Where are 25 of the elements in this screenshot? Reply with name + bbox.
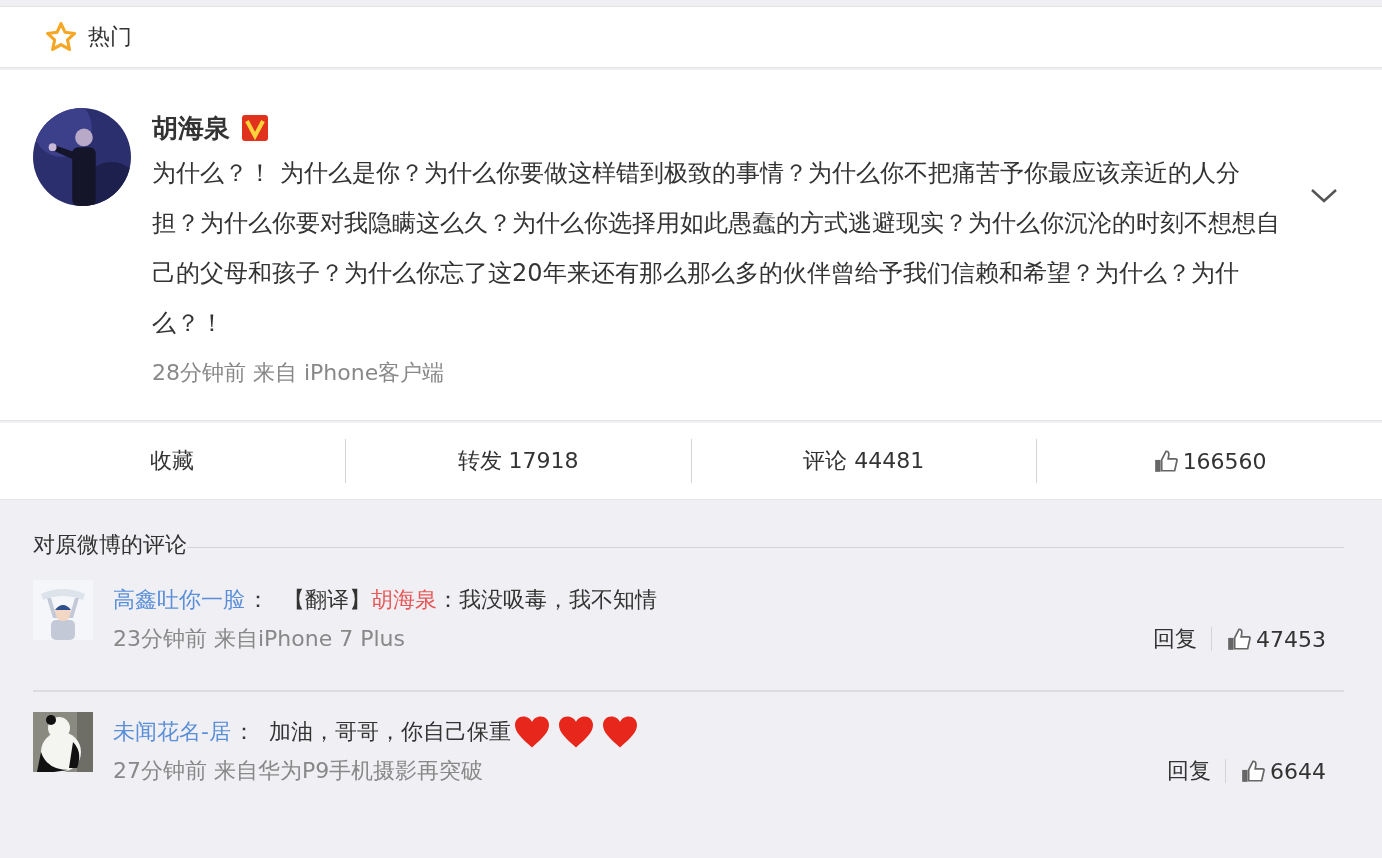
chevron-down-icon[interactable] <box>1310 188 1338 204</box>
heart-icon <box>556 715 595 749</box>
reply-link[interactable]: 回复 <box>1153 624 1197 654</box>
author-name[interactable]: 胡海泉 <box>152 110 230 146</box>
action-button[interactable]: 转发 17918 <box>345 423 691 499</box>
thumbs-up-icon <box>1152 448 1179 474</box>
post-meta: 28分钟前 来自 iPhone客户端 <box>152 359 446 387</box>
like-count: 6644 <box>1270 758 1326 784</box>
post-text: 为什么？！ 为什么是你？为什么你要做这样错到极致的事情？为什么你不把痛苦予你最应该亲近的人分担？为什么你要对我隐瞒这么久？为什么你选择用如此愚蠢的方式逃避现实？为什么你沉沦的时刻不想想自己的父母和孩子？为什么你忘了这20年来还有那么那么多的伙伴曾给予我们信赖和希望？为什么？为什么？！ <box>152 158 1281 339</box>
action-button[interactable]: 收藏 <box>0 423 345 499</box>
action-button[interactable]: 评论 44481 <box>691 423 1037 499</box>
action-button[interactable]: 166560 <box>1037 423 1382 499</box>
star-icon <box>44 20 78 54</box>
heart-icon <box>512 715 551 749</box>
comment-text: ： 加油，哥哥，你自己保重 <box>232 718 511 746</box>
comment-meta: 27分钟前 来自华为P9手机摄影再突破 <box>113 757 484 785</box>
page-title: 热门 <box>88 23 132 51</box>
reply-link[interactable]: 回复 <box>1167 756 1211 786</box>
thumbs-up-icon[interactable] <box>1226 626 1252 652</box>
like-count: 47453 <box>1256 626 1326 652</box>
comment-meta: 23分钟前 来自iPhone 7 Plus <box>113 625 405 653</box>
section-title: 对原微博的评论 <box>33 531 187 559</box>
heart-icon <box>600 715 639 749</box>
thumbs-up-icon[interactable] <box>1240 758 1266 784</box>
comment-text: ： 【翻译】胡海泉：我没吸毒，我不知情 <box>247 586 657 614</box>
